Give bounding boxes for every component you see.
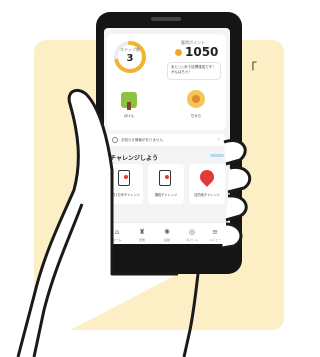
- illustration: 「 ステップ数 3 獲得ポイント 1050 あと○○歩で目標達成です！がんばろう…: [0, 0, 284, 357]
- hand-illustration: [16, 88, 252, 357]
